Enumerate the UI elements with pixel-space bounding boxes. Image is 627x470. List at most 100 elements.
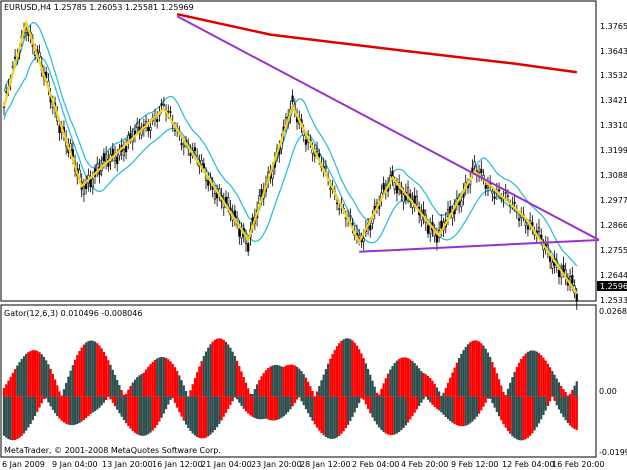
gator-bar-down [255, 396, 259, 419]
price-pane[interactable] [0, 0, 597, 302]
gator-bar-up [293, 365, 296, 397]
gator-bar-up [227, 344, 230, 397]
gator-bar-down [105, 396, 108, 401]
gator-bar-down [360, 396, 363, 399]
gator-bar-down [231, 396, 234, 402]
candle-body [382, 183, 385, 190]
gator-bar-up [289, 364, 292, 397]
gator-bar-up [271, 365, 274, 397]
candle-body [506, 195, 510, 197]
gator-bar-up [435, 387, 438, 397]
candle-body [111, 148, 114, 157]
gator-bar-up [464, 346, 467, 397]
gator-bar-down [93, 396, 97, 412]
gator-bar-up [360, 353, 363, 397]
gator-bar-up [178, 375, 181, 397]
candle-body [571, 275, 574, 284]
gator-bar-down [569, 396, 572, 426]
gator-bar-down [549, 396, 552, 402]
candle-body [537, 227, 541, 233]
gator-bar-down [49, 396, 52, 407]
gator-bar-down [160, 396, 163, 418]
candle-body [557, 269, 561, 277]
gator-bar-up [555, 378, 558, 397]
gator-bar-up [480, 343, 483, 397]
gator-bar-up [493, 367, 496, 397]
gator-bar-down [78, 396, 81, 423]
trading-chart[interactable]: EURUSD,H4 1.25785 1.26053 1.25581 1.2596… [0, 0, 627, 470]
candle-body [167, 110, 170, 113]
gator-bar-up [351, 340, 354, 397]
gator-bar-down [91, 396, 94, 413]
gator-bar-down [178, 396, 181, 413]
gator-bar-up [458, 358, 461, 397]
gator-bar-up [47, 364, 50, 397]
gator-bar-down [355, 396, 359, 408]
gator-bar-up [231, 351, 234, 397]
gator-bar-down [382, 396, 385, 433]
gator-bar-down [264, 396, 268, 419]
gator-bar-down [156, 396, 159, 425]
gator-bar-down [229, 396, 232, 406]
gator-bar-up [65, 382, 68, 397]
gator-bar-down [18, 396, 21, 438]
gator-bar-up [422, 373, 425, 397]
gator-bar-up [335, 346, 339, 397]
gator-bar-up [102, 351, 105, 397]
gator-bar-up [546, 363, 549, 397]
gator-bar-down [546, 396, 549, 407]
gator-bar-up [466, 344, 470, 397]
gator-bar-up [482, 345, 485, 397]
price-tick: 1.25330 [600, 296, 627, 305]
gator-bar-down [96, 396, 99, 410]
gator-bar-up [184, 391, 188, 397]
gator-bar-up [424, 374, 427, 397]
gator-bar-up [406, 358, 410, 397]
gator-bar-up [127, 389, 130, 397]
gator-bar-up [182, 385, 185, 397]
gator-bar-down [295, 396, 299, 400]
candle-body [524, 222, 527, 226]
gator-bar-down [324, 396, 327, 437]
gator-bar-down [560, 396, 563, 414]
gator-bar-down [113, 396, 117, 407]
candle-body [369, 225, 372, 231]
gator-bar-up [204, 351, 208, 397]
gator-bar-up [358, 349, 361, 397]
gator-bar-down [495, 396, 498, 412]
gator-bar-up [173, 367, 177, 397]
gator-bar-down [116, 396, 119, 410]
candle-body [82, 186, 86, 195]
gator-bar-down [566, 396, 569, 424]
gator-bar-down [320, 396, 323, 434]
gator-bar-up [264, 370, 268, 397]
candle-body [129, 133, 132, 140]
gator-bar-up [575, 381, 578, 397]
candle-body [415, 196, 419, 205]
gator-bar-down [369, 396, 372, 414]
gator-bar-down [278, 396, 281, 420]
candle-body [125, 145, 128, 153]
gator-bar-down [540, 396, 543, 420]
gator-bar-down [493, 396, 496, 408]
gator-bar-up [140, 373, 143, 397]
gator-bar-up [11, 372, 14, 397]
candle-body [25, 29, 28, 33]
gator-bar-up [220, 338, 223, 397]
gator-tick: 0.00 [599, 387, 617, 396]
gator-bar-down [415, 396, 419, 410]
gator-bar-down [164, 396, 168, 410]
gator-bar-up [509, 382, 512, 397]
gator-bar-down [142, 396, 145, 436]
gator-bar-up [191, 384, 194, 397]
gator-bar-up [193, 378, 197, 397]
gator-bar-down [422, 396, 425, 400]
gator-bar-down [129, 396, 132, 429]
gator-bar-down [51, 396, 54, 410]
gator-bar-down [431, 396, 434, 405]
gator-bar-down [502, 396, 505, 425]
candle-body [402, 194, 405, 203]
candle-body [105, 153, 108, 162]
gator-bar-up [529, 350, 532, 397]
gator-bar-up [471, 340, 474, 397]
